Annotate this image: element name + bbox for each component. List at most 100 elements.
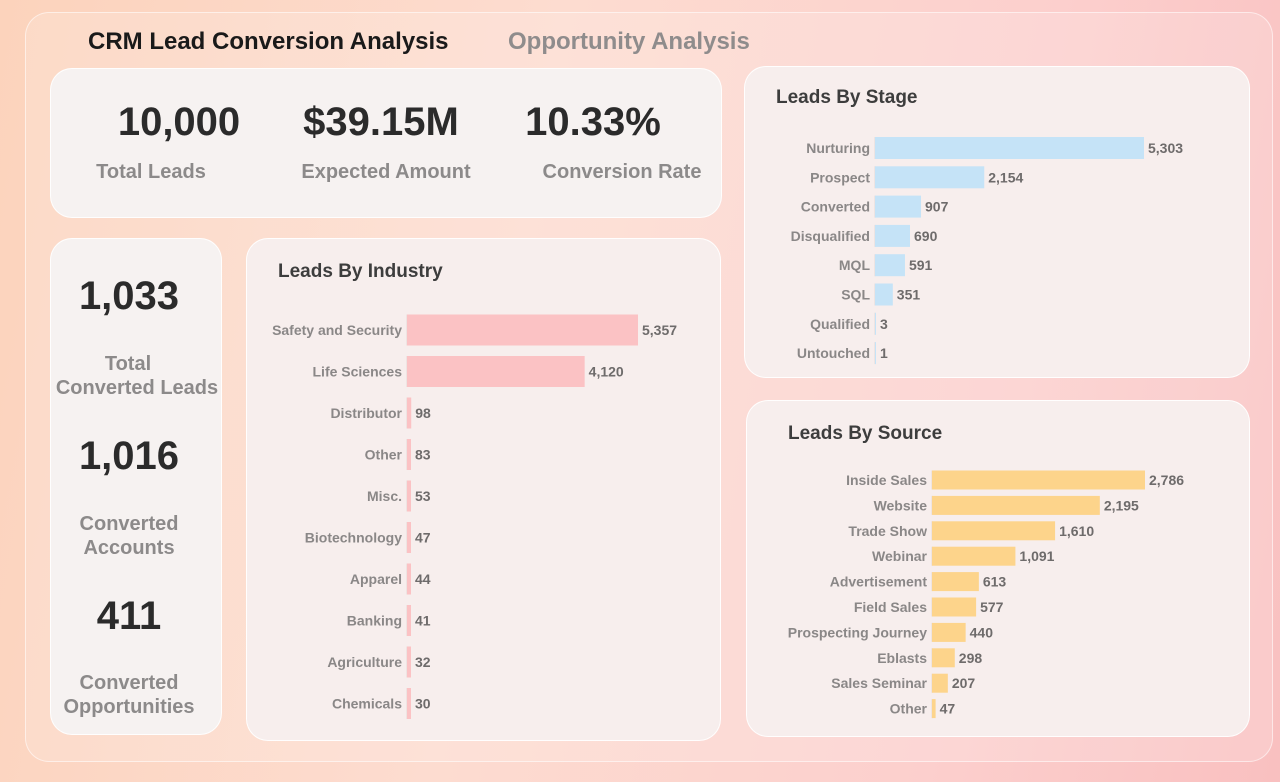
bar-industry-6 bbox=[407, 563, 411, 595]
value-label: 47 bbox=[940, 701, 956, 717]
category-label: Prospecting Journey bbox=[788, 624, 927, 640]
value-label: 577 bbox=[980, 599, 1004, 615]
conversion-rate-label: Conversion Rate bbox=[542, 161, 702, 183]
converted-leads-value: 1,033 bbox=[78, 274, 180, 318]
value-label: 298 bbox=[959, 650, 983, 666]
bar-source-8 bbox=[932, 673, 948, 693]
bar-stage-6 bbox=[875, 312, 876, 335]
bar-industry-8 bbox=[407, 646, 411, 678]
category-label: Website bbox=[874, 497, 928, 513]
bar-industry-2 bbox=[407, 397, 412, 429]
category-label: Qualified bbox=[810, 316, 870, 332]
converted-opportunities-label-line1: Converted bbox=[79, 672, 179, 694]
converted-leads-label-line2: Converted Leads bbox=[55, 377, 219, 399]
value-label: 41 bbox=[415, 613, 431, 629]
bar-source-4 bbox=[932, 572, 979, 592]
converted-leads-label-line1: Total bbox=[104, 353, 152, 375]
category-label: Webinar bbox=[872, 548, 928, 564]
category-label: Prospect bbox=[810, 169, 870, 185]
value-label: 591 bbox=[909, 257, 933, 273]
value-label: 44 bbox=[415, 571, 431, 587]
bar-industry-0 bbox=[407, 314, 638, 346]
bar-source-0 bbox=[932, 470, 1145, 490]
total-leads-value: 10,000 bbox=[117, 100, 241, 144]
category-label: Disqualified bbox=[791, 228, 870, 244]
category-label: Inside Sales bbox=[846, 472, 927, 488]
converted-accounts-label-line1: Converted bbox=[79, 513, 179, 535]
converted-opportunities-value: 411 bbox=[96, 594, 162, 638]
category-label: Field Sales bbox=[854, 599, 927, 615]
value-label: 2,154 bbox=[988, 169, 1023, 185]
converted-kpi-card: 1,033 Total Converted Leads 1,016 Conver… bbox=[50, 238, 222, 735]
bar-source-6 bbox=[932, 622, 966, 642]
value-label: 690 bbox=[914, 228, 938, 244]
total-leads-label: Total Leads bbox=[96, 161, 206, 183]
value-label: 351 bbox=[897, 287, 921, 303]
source-card: Leads By Source Inside Sales 2,786 Website… bbox=[746, 400, 1250, 737]
bar-source-9 bbox=[932, 699, 936, 719]
category-label: Chemicals bbox=[332, 696, 402, 712]
converted-accounts-label-line2: Accounts bbox=[83, 537, 175, 559]
kpi-card: 10,000 Total Leads $39.15M Expected Amou… bbox=[50, 68, 722, 218]
category-label: Other bbox=[890, 701, 928, 717]
bar-stage-7 bbox=[875, 342, 876, 365]
category-label: Banking bbox=[347, 613, 402, 629]
bar-stage-4 bbox=[875, 254, 905, 277]
category-label: Biotechnology bbox=[305, 530, 402, 546]
stage-card: Leads By Stage Nurturing 5,303 Prospect 2,1… bbox=[744, 66, 1250, 378]
value-label: 613 bbox=[983, 574, 1007, 590]
stage-bar-chart: Nurturing 5,303 Prospect 2,154 Converted 907 D… bbox=[791, 137, 1183, 365]
value-label: 2,786 bbox=[1149, 472, 1184, 488]
category-label: Trade Show bbox=[848, 523, 927, 539]
value-label: 1,091 bbox=[1019, 548, 1054, 564]
category-label: Apparel bbox=[350, 571, 402, 587]
bar-source-7 bbox=[932, 648, 955, 668]
category-label: Eblasts bbox=[877, 650, 927, 666]
category-label: Safety and Security bbox=[272, 322, 402, 338]
tab-crm-lead-conversion[interactable]: CRM Lead Conversion Analysis bbox=[88, 28, 449, 56]
category-label: Converted bbox=[801, 199, 870, 215]
category-label: Misc. bbox=[367, 488, 402, 504]
bar-stage-5 bbox=[875, 283, 893, 306]
bar-source-2 bbox=[932, 521, 1056, 541]
bar-industry-7 bbox=[407, 605, 411, 636]
category-label: SQL bbox=[841, 287, 870, 303]
value-label: 5,357 bbox=[642, 322, 677, 338]
value-label: 2,195 bbox=[1104, 497, 1139, 513]
category-label: Other bbox=[365, 447, 403, 463]
converted-accounts-value: 1,016 bbox=[78, 434, 180, 478]
industry-card: Leads By Industry Safety and Security 5,3… bbox=[246, 238, 721, 741]
expected-amount-label: Expected Amount bbox=[301, 161, 471, 183]
value-label: 440 bbox=[970, 624, 994, 640]
converted-opportunities-label-line2: Opportunities bbox=[63, 696, 195, 718]
bar-stage-3 bbox=[875, 224, 911, 247]
bar-stage-2 bbox=[875, 195, 922, 218]
category-label: Agriculture bbox=[327, 654, 402, 670]
value-label: 3 bbox=[880, 316, 888, 332]
expected-amount-value: $39.15M bbox=[303, 100, 459, 144]
category-label: Advertisement bbox=[830, 574, 928, 590]
industry-bar-chart: Safety and Security 5,357 Life Sciences 4,1… bbox=[272, 314, 677, 719]
bar-source-3 bbox=[932, 546, 1016, 566]
value-label: 83 bbox=[415, 447, 431, 463]
category-label: Untouched bbox=[797, 345, 870, 361]
category-label: Sales Seminar bbox=[831, 675, 927, 691]
value-label: 98 bbox=[415, 405, 431, 421]
value-label: 1 bbox=[880, 345, 888, 361]
category-label: Life Sciences bbox=[313, 364, 403, 380]
bar-industry-3 bbox=[407, 439, 411, 470]
bar-industry-9 bbox=[407, 688, 411, 719]
value-label: 53 bbox=[415, 488, 431, 504]
value-label: 4,120 bbox=[589, 364, 624, 380]
tab-opportunity-analysis[interactable]: Opportunity Analysis bbox=[508, 28, 750, 56]
value-label: 32 bbox=[415, 654, 431, 670]
value-label: 47 bbox=[415, 530, 431, 546]
bar-industry-1 bbox=[407, 356, 585, 387]
category-label: MQL bbox=[839, 257, 871, 273]
bar-source-1 bbox=[932, 495, 1100, 515]
category-label: Nurturing bbox=[806, 140, 870, 156]
value-label: 1,610 bbox=[1059, 523, 1094, 539]
bar-industry-4 bbox=[407, 480, 411, 512]
bar-stage-0 bbox=[875, 137, 1144, 159]
conversion-rate-value: 10.33% bbox=[525, 100, 661, 144]
